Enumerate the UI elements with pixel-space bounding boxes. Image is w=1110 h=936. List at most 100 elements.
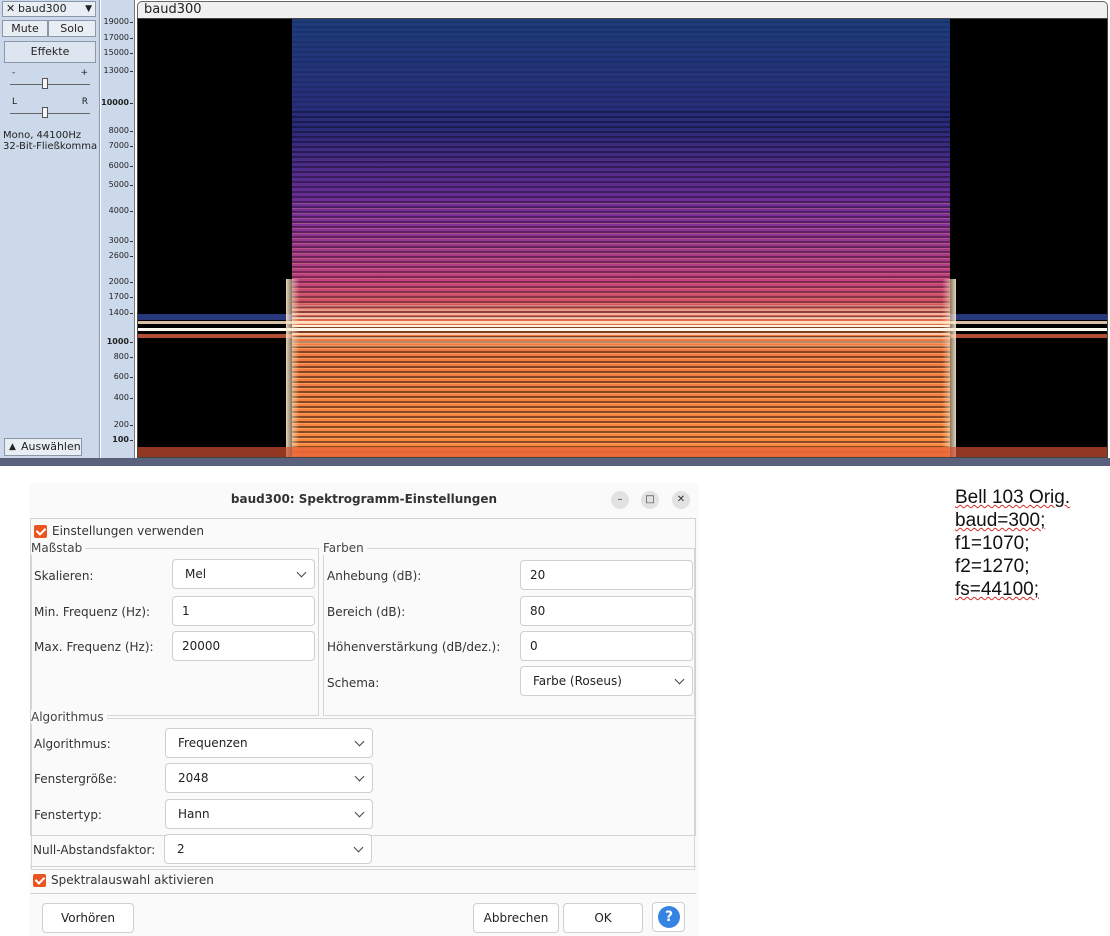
spectral-stripe — [292, 56, 950, 58]
spectral-stripe — [292, 196, 950, 198]
spectral-stripe — [292, 436, 950, 438]
spectral-select-checkbox[interactable] — [33, 874, 46, 887]
spectral-stripe — [292, 366, 950, 368]
spectral-line — [292, 438, 950, 439]
dialog-title: baud300: Spektrogramm-Einstellungen — [230, 492, 498, 506]
scale-dropdown[interactable]: Mel — [172, 559, 315, 589]
spectral-stripe — [292, 416, 950, 418]
gain-slider[interactable]: - + — [10, 68, 90, 90]
spectral-stripe — [292, 86, 950, 88]
spectral-stripe — [292, 156, 950, 158]
close-track-icon[interactable]: ✕ — [6, 2, 15, 16]
scale-value: Mel — [185, 567, 207, 581]
help-button[interactable]: ? — [652, 902, 685, 932]
window-type-dropdown[interactable]: Hann — [165, 799, 373, 829]
spectral-line — [292, 243, 950, 244]
algorithm-group-legend: Algorithmus — [31, 710, 107, 724]
help-icon[interactable]: ? — [658, 906, 680, 928]
spectral-stripe — [292, 291, 950, 293]
high-boost-input[interactable]: 0 — [520, 631, 693, 661]
notes-baud: baud=300; — [955, 510, 1046, 531]
tone-band-line — [292, 325, 950, 327]
spectral-line — [292, 418, 950, 419]
spectral-line — [292, 203, 950, 204]
use-settings-checkbox[interactable] — [34, 525, 47, 538]
scheme-label: Schema: — [327, 676, 380, 690]
tone-band-line — [292, 341, 950, 343]
onset-transient — [286, 279, 300, 457]
spectral-line — [292, 208, 950, 209]
gain-slider-knob[interactable] — [42, 78, 48, 89]
ok-button[interactable]: OK — [563, 903, 643, 933]
pan-slider-knob[interactable] — [42, 107, 48, 118]
spectral-stripe — [292, 176, 950, 178]
track-name-menu[interactable]: ✕ baud300 ▼ — [2, 1, 96, 17]
track-menu-arrow-icon[interactable]: ▼ — [85, 2, 92, 16]
spectral-stripe — [292, 311, 950, 313]
spectral-stripe — [292, 391, 950, 393]
spectral-line — [292, 298, 950, 299]
maximize-icon[interactable]: □ — [641, 491, 659, 509]
spectral-stripe — [292, 376, 950, 378]
spectral-stripe — [292, 161, 950, 163]
spectral-stripe — [292, 301, 950, 303]
notes-f1: f1=1070; — [955, 533, 1030, 554]
spectral-stripe — [292, 31, 950, 33]
gain-input[interactable]: 20 — [520, 560, 693, 590]
zero-padding-dropdown[interactable]: 2 — [164, 834, 372, 864]
spectral-stripe — [292, 296, 950, 298]
effects-button[interactable]: Effekte — [4, 41, 96, 63]
spectral-line — [292, 403, 950, 404]
chevron-down-icon — [354, 736, 365, 747]
clip-name-bar[interactable]: baud300 — [137, 1, 1108, 18]
spectrogram-image — [138, 19, 1107, 459]
min-freq-input[interactable]: 1 — [172, 596, 315, 626]
spectral-stripe — [292, 401, 950, 403]
close-icon[interactable]: ✕ — [672, 491, 690, 509]
spectral-stripe — [292, 241, 950, 243]
algorithm-dropdown[interactable]: Frequenzen — [165, 728, 373, 758]
spectrogram-view[interactable] — [137, 18, 1108, 459]
select-track-button[interactable]: ▲ Auswählen — [4, 438, 82, 456]
spectral-stripe — [292, 431, 950, 433]
spectral-line — [292, 283, 950, 284]
spectral-stripe — [292, 116, 950, 118]
spectral-line — [292, 213, 950, 214]
pan-slider[interactable]: L R — [10, 97, 90, 119]
carrier-glow-right — [950, 314, 1107, 320]
spectral-line — [292, 248, 950, 249]
cancel-button[interactable]: Abbrechen — [473, 903, 559, 933]
use-settings-label: Einstellungen verwenden — [52, 524, 204, 538]
frequency-ruler[interactable]: 19000 17000 15000 13000 10000 8000 7000 6000 500… — [101, 0, 135, 460]
window-type-value: Hann — [178, 807, 210, 821]
high-boost-label: Höhenverstärkung (dB/dez.): — [327, 640, 501, 654]
spectral-stripe — [292, 201, 950, 203]
spectral-line — [292, 373, 950, 374]
range-input[interactable]: 80 — [520, 596, 693, 626]
window-type-label: Fenstertyp: — [34, 808, 102, 822]
spectral-stripe — [292, 251, 950, 253]
preview-button[interactable]: Vorhören — [42, 903, 134, 933]
scheme-dropdown[interactable]: Farbe (Roseus) — [520, 666, 693, 696]
minimize-icon[interactable]: – — [611, 491, 629, 509]
spectral-line — [292, 368, 950, 369]
carrier-glow-left — [138, 314, 292, 320]
spectral-stripe — [292, 371, 950, 373]
spectral-stripe — [292, 21, 950, 23]
spectral-line — [292, 278, 950, 279]
offset-transient — [942, 279, 956, 457]
spectral-line — [292, 228, 950, 229]
window-size-value: 2048 — [178, 771, 209, 785]
min-freq-label: Min. Frequenz (Hz): — [34, 605, 151, 619]
collapse-arrow-icon[interactable]: ▲ — [9, 439, 16, 455]
spectral-stripe — [292, 261, 950, 263]
mute-button[interactable]: Mute — [2, 20, 48, 37]
spectral-line — [292, 353, 950, 354]
window-size-dropdown[interactable]: 2048 — [165, 763, 373, 793]
spectral-stripe — [292, 186, 950, 188]
gain-label: Anhebung (dB): — [327, 569, 422, 583]
solo-button[interactable]: Solo — [48, 20, 96, 37]
tone-band-line — [292, 317, 950, 319]
spectral-stripe — [292, 256, 950, 258]
max-freq-input[interactable]: 20000 — [172, 631, 315, 661]
